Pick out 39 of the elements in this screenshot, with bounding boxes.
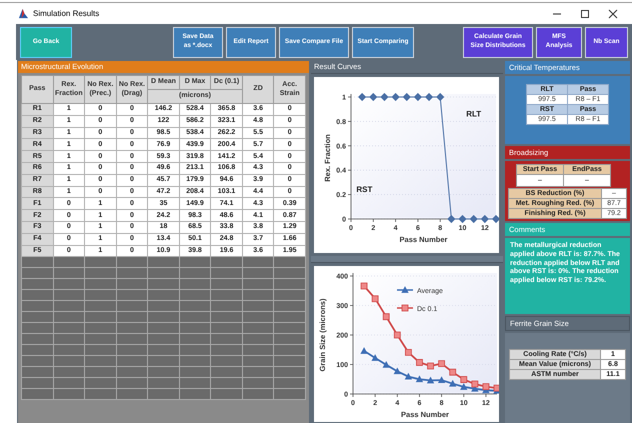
data-point	[372, 295, 379, 302]
data-point	[360, 347, 368, 354]
data-point	[425, 92, 434, 102]
data-point	[358, 92, 366, 102]
data-point	[449, 380, 456, 387]
close-icon[interactable]	[608, 8, 618, 18]
data-point	[394, 367, 401, 374]
data-point	[480, 214, 489, 224]
data-point	[382, 313, 390, 320]
data-point	[438, 360, 446, 368]
data-point	[402, 92, 411, 102]
data-point	[449, 368, 456, 376]
data-point	[427, 362, 434, 370]
data-point	[436, 92, 444, 102]
data-point	[414, 92, 422, 102]
annotation-label: RLT	[466, 110, 482, 119]
legend-marker	[397, 304, 413, 312]
data-point	[458, 214, 467, 224]
data-point	[470, 214, 478, 224]
data-point	[404, 372, 412, 380]
data-point	[416, 375, 424, 382]
data-point	[380, 92, 389, 102]
data-point	[371, 354, 379, 361]
window-title: Simulation Results	[33, 9, 100, 18]
data-point	[369, 92, 378, 102]
data-point	[492, 214, 499, 224]
data-point	[438, 376, 446, 384]
annotation-label: RST	[356, 185, 372, 194]
data-point	[382, 360, 390, 368]
data-point	[394, 332, 401, 338]
data-point	[426, 376, 434, 384]
data-point	[404, 349, 412, 356]
data-point	[447, 214, 456, 224]
data-point	[392, 92, 400, 102]
maximize-icon[interactable]	[580, 8, 590, 18]
data-point	[416, 359, 423, 366]
data-point	[360, 282, 368, 290]
app-logo-icon	[18, 8, 29, 19]
legend-marker	[397, 286, 413, 293]
